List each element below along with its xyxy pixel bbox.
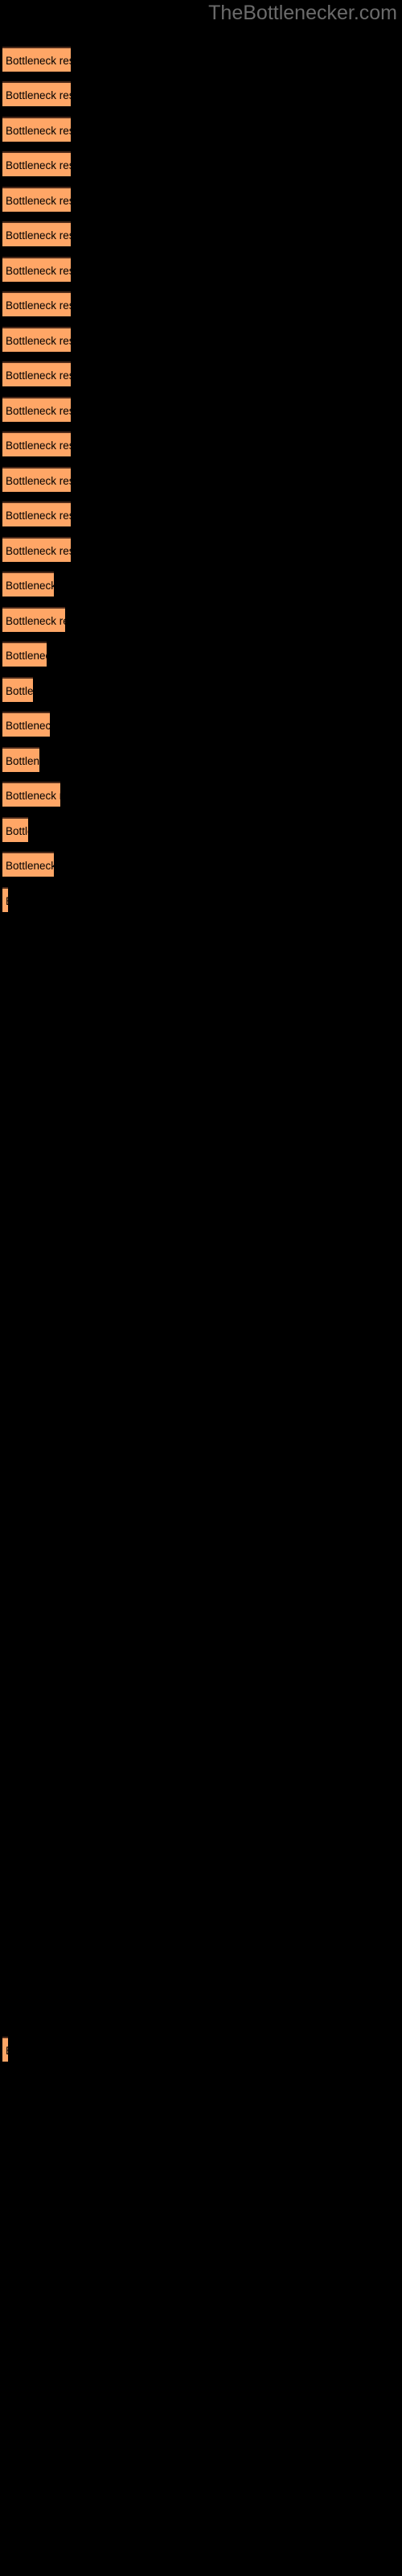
- bar: Bottleneck result: [2, 431, 71, 456]
- bar: Bottleneck result: [2, 712, 50, 737]
- bar: Bottleneck result: [2, 677, 33, 702]
- bar-row: Bottleneck result: [0, 187, 402, 212]
- bar-label: Bottleneck result: [6, 440, 71, 452]
- bar-row: Bottleneck result: [0, 361, 402, 386]
- bar-label: Bottleneck result: [6, 825, 28, 837]
- bar: Bottleneck result: [2, 117, 71, 142]
- bar-label: Bottleneck result: [6, 475, 71, 487]
- bar: Bottleneck result: [2, 852, 54, 877]
- bar-label: Bottleneck result: [6, 89, 71, 101]
- bar: Bottleneck result: [2, 607, 65, 632]
- bar-label: Bottleneck result: [6, 755, 39, 767]
- bar-row: Bottleneck result: [0, 221, 402, 246]
- bar-row: Bottleneck result: [0, 2037, 402, 2062]
- bar-row: Bottleneck result: [0, 642, 402, 667]
- bar-row: Bottleneck result: [0, 257, 402, 282]
- bar-label: Bottleneck result: [6, 159, 71, 171]
- bar-label: Bottleneck result: [6, 615, 65, 627]
- bar: Bottleneck result: [2, 47, 71, 72]
- bar-row: Bottleneck result: [0, 467, 402, 492]
- bar-row: Bottleneck result: [0, 887, 402, 912]
- bar: Bottleneck result: [2, 397, 71, 422]
- bar-label: Bottleneck result: [6, 55, 71, 67]
- bar: Bottleneck result: [2, 221, 71, 246]
- bar: Bottleneck result: [2, 151, 71, 176]
- bar-label: Bottleneck result: [6, 369, 71, 382]
- bar-label: Bottleneck result: [6, 299, 71, 312]
- bar-label: Bottleneck result: [6, 265, 71, 277]
- bar: Bottleneck result: [2, 291, 71, 316]
- bar-label: Bottleneck result: [6, 720, 50, 732]
- bar: Bottleneck result: [2, 537, 71, 562]
- bottleneck-chart: TheBottlenecker.com Bottleneck resultBot…: [0, 0, 402, 2576]
- bar-label: Bottleneck result: [6, 685, 33, 697]
- bar-row: Bottleneck result: [0, 151, 402, 176]
- bar: Bottleneck result: [2, 2037, 8, 2062]
- bar-row: Bottleneck result: [0, 502, 402, 526]
- bar-label: Bottleneck result: [6, 790, 60, 802]
- bar-row: Bottleneck result: [0, 537, 402, 562]
- bar-label: Bottleneck result: [6, 195, 71, 207]
- bar-row: Bottleneck result: [0, 327, 402, 352]
- bar-label: Bottleneck result: [6, 510, 71, 522]
- bar: Bottleneck result: [2, 467, 71, 492]
- bar: Bottleneck result: [2, 81, 71, 106]
- bar: Bottleneck result: [2, 642, 47, 667]
- bar: Bottleneck result: [2, 327, 71, 352]
- bar-row: Bottleneck result: [0, 81, 402, 106]
- bar: Bottleneck result: [2, 782, 60, 807]
- bar: Bottleneck result: [2, 361, 71, 386]
- bar-row: Bottleneck result: [0, 47, 402, 72]
- bar-label: Bottleneck result: [6, 650, 47, 662]
- bar-label: Bottleneck result: [6, 580, 54, 592]
- bar: Bottleneck result: [2, 817, 28, 842]
- bar-row: Bottleneck result: [0, 782, 402, 807]
- bar-row: Bottleneck result: [0, 291, 402, 316]
- bar-row: Bottleneck result: [0, 117, 402, 142]
- bar-row: Bottleneck result: [0, 431, 402, 456]
- bar-row: Bottleneck result: [0, 817, 402, 842]
- bar-label: Bottleneck result: [6, 405, 71, 417]
- bar: Bottleneck result: [2, 502, 71, 526]
- bar-row: Bottleneck result: [0, 397, 402, 422]
- bar: Bottleneck result: [2, 187, 71, 212]
- bar: Bottleneck result: [2, 572, 54, 597]
- bar-label: Bottleneck result: [6, 229, 71, 242]
- bar: Bottleneck result: [2, 887, 8, 912]
- bar-label: Bottleneck result: [6, 125, 71, 137]
- bar: Bottleneck result: [2, 257, 71, 282]
- bar-label: Bottleneck result: [6, 860, 54, 872]
- bar: Bottleneck result: [2, 747, 39, 772]
- bar-row: Bottleneck result: [0, 572, 402, 597]
- bar-row: Bottleneck result: [0, 677, 402, 702]
- bar-label: Bottleneck result: [6, 335, 71, 347]
- bar-label: Bottleneck result: [6, 545, 71, 557]
- bar-row: Bottleneck result: [0, 747, 402, 772]
- bar-label: Bottleneck result: [6, 2038, 8, 2062]
- bar-label: Bottleneck result: [6, 889, 8, 912]
- bar-row: Bottleneck result: [0, 852, 402, 877]
- bar-series-layer: Bottleneck result Bottleneck result Bottle…: [0, 0, 402, 2576]
- bar-row: Bottleneck result: [0, 712, 402, 737]
- bar-row: Bottleneck result: [0, 607, 402, 632]
